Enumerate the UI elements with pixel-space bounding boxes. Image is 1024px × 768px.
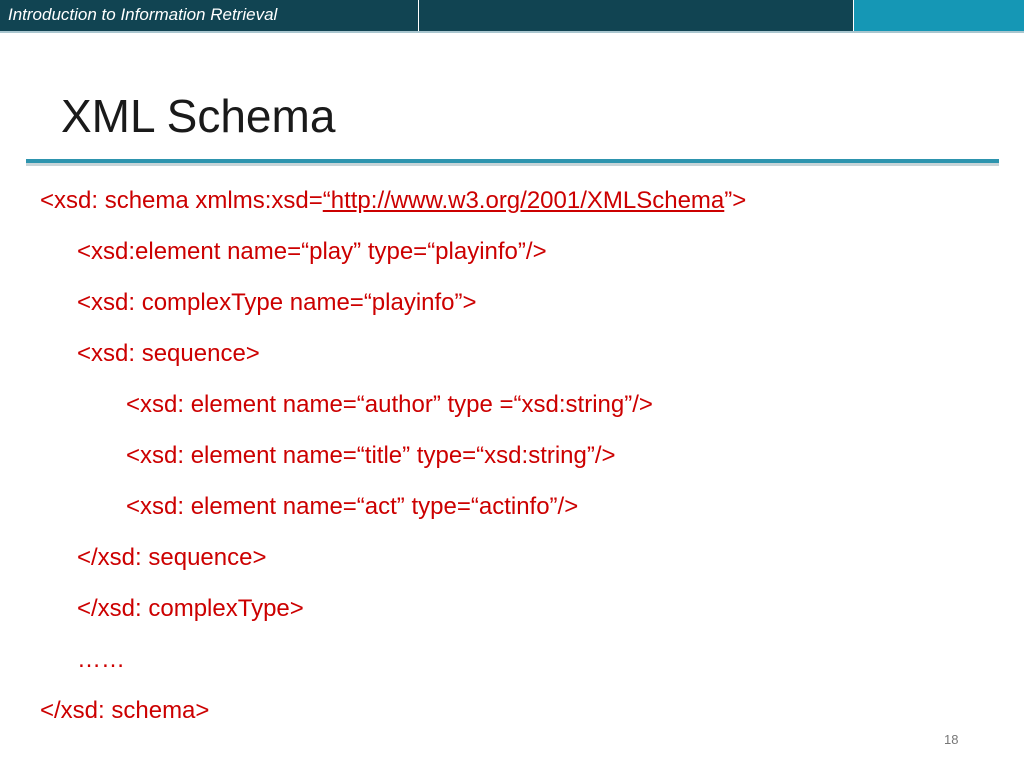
code-line-sequence-open: <xsd: sequence> xyxy=(77,340,260,367)
code-line-element-play: <xsd:element name=“play” type=“playinfo”… xyxy=(77,238,547,265)
code-line-element-author: <xsd: element name=“author” type =“xsd:s… xyxy=(126,391,653,418)
code-line-element-act: <xsd: element name=“act” type=“actinfo”/… xyxy=(126,493,579,520)
page-number: 18 xyxy=(944,732,959,747)
title-divider-shadow xyxy=(26,163,999,166)
header-bar-middle-segment xyxy=(419,0,853,31)
header-bar-underline xyxy=(0,31,1024,33)
code-text: <xsd: schema xmlms:xsd= xyxy=(40,187,323,214)
slide-title: XML Schema xyxy=(61,90,336,142)
code-line-complextype-close: </xsd: complexType> xyxy=(77,595,304,622)
schema-namespace-link[interactable]: “http://www.w3.org/2001/XMLSchema xyxy=(323,187,725,214)
header-bar-accent-segment xyxy=(854,0,1024,31)
header-bar: Introduction to Information Retrieval xyxy=(0,0,1024,33)
code-line-schema-close: </xsd: schema> xyxy=(40,697,210,724)
code-line-ellipsis: …… xyxy=(77,646,125,673)
code-text: ”> xyxy=(724,187,747,214)
course-title: Introduction to Information Retrieval xyxy=(8,5,278,24)
code-line-schema-open: <xsd: schema xmlms:xsd=“http://www.w3.or… xyxy=(40,189,746,213)
code-line-sequence-close: </xsd: sequence> xyxy=(77,544,267,571)
code-line-complextype-open: <xsd: complexType name=“playinfo”> xyxy=(77,289,477,316)
code-line-element-title: <xsd: element name=“title” type=“xsd:str… xyxy=(126,442,616,469)
